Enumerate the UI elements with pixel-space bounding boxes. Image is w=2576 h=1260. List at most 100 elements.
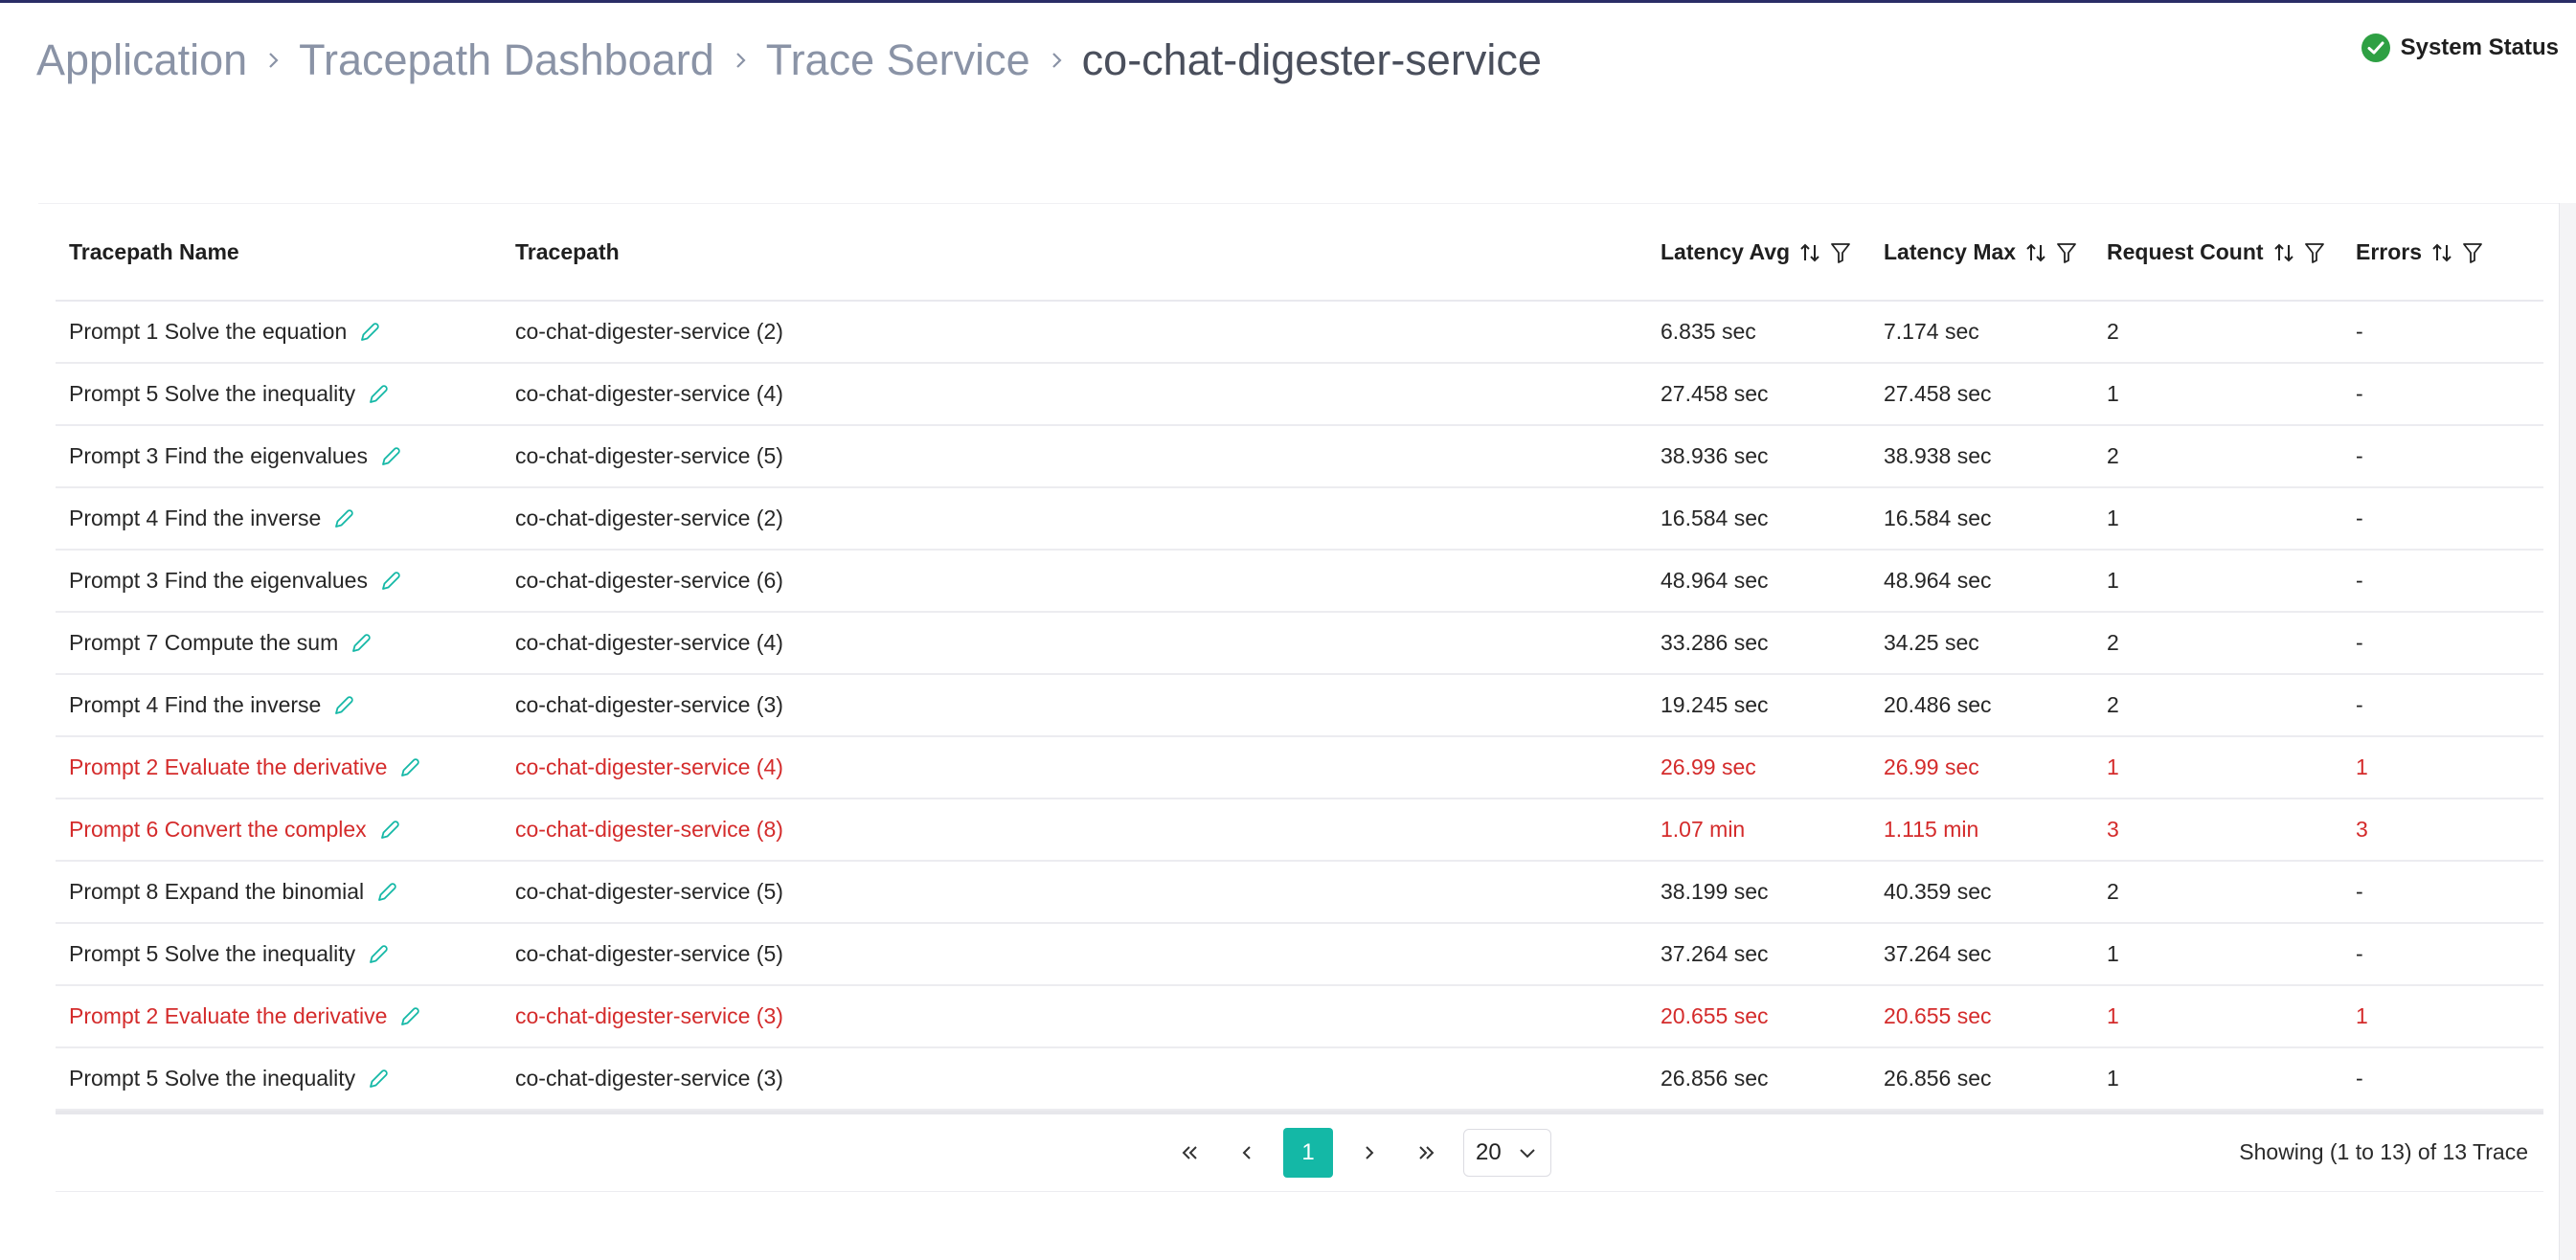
cell-tracepath: co-chat-digester-service (3): [515, 692, 783, 717]
page-1-button[interactable]: 1: [1283, 1128, 1333, 1178]
pagination-summary: Showing (1 to 13) of 13 Trace: [2239, 1139, 2528, 1164]
table-row[interactable]: Prompt 6 Convert the complex co-chat-dige…: [56, 799, 2543, 861]
cell-request-count: 1: [2107, 1066, 2119, 1091]
tracepath-name-label: Prompt 6 Convert the complex: [69, 817, 367, 842]
table-header-row: Tracepath Name Tracepath Latency Avg Lat…: [56, 205, 2543, 302]
vertical-scrollbar[interactable]: [2559, 203, 2576, 1260]
edit-icon[interactable]: [375, 881, 398, 904]
cell-tracepath: co-chat-digester-service (5): [515, 879, 783, 904]
column-header-request-count: Request Count: [2093, 205, 2342, 302]
column-header-latency-avg: Latency Avg: [1647, 205, 1870, 302]
cell-errors: -: [2356, 506, 2363, 530]
table-row[interactable]: Prompt 2 Evaluate the derivative co-chat-…: [56, 736, 2543, 799]
breadcrumb: Application Tracepath Dashboard Trace Se…: [36, 29, 1542, 92]
cell-name: Prompt 3 Find the eigenvalues: [56, 425, 502, 487]
cell-request-count: 1: [2107, 941, 2119, 966]
cell-errors: -: [2356, 941, 2363, 966]
table-row[interactable]: Prompt 3 Find the eigenvalues co-chat-dig…: [56, 550, 2543, 612]
check-circle-icon: [2361, 34, 2390, 62]
cell-errors: -: [2356, 319, 2363, 344]
table-row[interactable]: Prompt 5 Solve the inequality co-chat-dig…: [56, 1047, 2543, 1110]
table-row[interactable]: Prompt 2 Evaluate the derivative co-chat-…: [56, 985, 2543, 1047]
edit-icon[interactable]: [332, 507, 355, 530]
cell-errors: -: [2356, 381, 2363, 406]
table-row[interactable]: Prompt 3 Find the eigenvalues co-chat-dig…: [56, 425, 2543, 487]
tracepath-name-label: Prompt 5 Solve the inequality: [69, 1066, 356, 1091]
last-page-button[interactable]: [1406, 1128, 1448, 1178]
edit-icon[interactable]: [398, 756, 421, 779]
first-page-button[interactable]: [1168, 1128, 1210, 1178]
edit-icon[interactable]: [367, 383, 390, 406]
edit-icon[interactable]: [350, 632, 373, 655]
cell-name: Prompt 3 Find the eigenvalues: [56, 550, 502, 612]
cell-latency-max: 7.174 sec: [1884, 319, 1979, 344]
cell-latency-max: 48.964 sec: [1884, 568, 1992, 593]
next-page-button[interactable]: [1348, 1128, 1390, 1178]
tracepath-name-label: Prompt 3 Find the eigenvalues: [69, 568, 368, 593]
edit-icon[interactable]: [332, 694, 355, 717]
filter-icon[interactable]: [1830, 241, 1851, 264]
cell-tracepath: co-chat-digester-service (5): [515, 443, 783, 468]
edit-icon[interactable]: [367, 943, 390, 966]
breadcrumb-tracepath-dashboard[interactable]: Tracepath Dashboard: [299, 35, 714, 85]
cell-request-count: 2: [2107, 692, 2119, 717]
table-row[interactable]: Prompt 7 Compute the sum co-chat-digester…: [56, 612, 2543, 674]
edit-icon[interactable]: [358, 321, 381, 344]
system-status[interactable]: System Status: [2361, 33, 2559, 63]
cell-request-count: 2: [2107, 879, 2119, 904]
cell-request-count: 1: [2107, 381, 2119, 406]
cell-tracepath: co-chat-digester-service (4): [515, 754, 783, 779]
tracepath-name-label: Prompt 8 Expand the binomial: [69, 879, 365, 904]
cell-errors: -: [2356, 879, 2363, 904]
cell-name: Prompt 5 Solve the inequality: [56, 923, 502, 985]
edit-icon[interactable]: [379, 570, 402, 593]
filter-icon[interactable]: [2056, 241, 2077, 264]
column-header-tracepath: Tracepath: [502, 205, 1647, 302]
table-row[interactable]: Prompt 5 Solve the inequality co-chat-dig…: [56, 923, 2543, 985]
cell-name: Prompt 1 Solve the equation: [56, 301, 502, 363]
page-size-select[interactable]: 20: [1463, 1129, 1551, 1177]
cell-request-count: 2: [2107, 319, 2119, 344]
chevron-down-icon: [1520, 1149, 1535, 1159]
edit-icon[interactable]: [378, 819, 401, 842]
edit-icon[interactable]: [367, 1068, 390, 1091]
sort-icon[interactable]: [1799, 241, 1820, 264]
cell-latency-avg: 19.245 sec: [1661, 692, 1769, 717]
page-size-value: 20: [1476, 1139, 1502, 1165]
table-row[interactable]: Prompt 4 Find the inverse co-chat-digeste…: [56, 674, 2543, 736]
cell-name: Prompt 8 Expand the binomial: [56, 861, 502, 923]
cell-latency-avg: 48.964 sec: [1661, 568, 1769, 593]
cell-request-count: 2: [2107, 443, 2119, 468]
sort-icon[interactable]: [2431, 241, 2452, 264]
breadcrumb-application[interactable]: Application: [36, 35, 247, 85]
sort-icon[interactable]: [2273, 241, 2294, 264]
cell-latency-avg: 1.07 min: [1661, 817, 1746, 842]
cell-tracepath: co-chat-digester-service (2): [515, 319, 783, 344]
cell-errors: -: [2356, 443, 2363, 468]
cell-tracepath: co-chat-digester-service (5): [515, 941, 783, 966]
table-row[interactable]: Prompt 5 Solve the inequality co-chat-dig…: [56, 363, 2543, 425]
tracepath-name-label: Prompt 5 Solve the inequality: [69, 381, 356, 406]
sort-icon[interactable]: [2025, 241, 2046, 264]
cell-latency-max: 26.99 sec: [1884, 754, 1979, 779]
cell-latency-max: 20.655 sec: [1884, 1003, 1992, 1028]
breadcrumb-trace-service[interactable]: Trace Service: [766, 35, 1030, 85]
cell-name: Prompt 4 Find the inverse: [56, 487, 502, 550]
tracepath-name-label: Prompt 2 Evaluate the derivative: [69, 1003, 388, 1028]
edit-icon[interactable]: [379, 445, 402, 468]
cell-latency-max: 16.584 sec: [1884, 506, 1992, 530]
cell-errors: 3: [2356, 817, 2368, 842]
tracepath-name-label: Prompt 7 Compute the sum: [69, 630, 339, 655]
filter-icon[interactable]: [2304, 241, 2325, 264]
cell-latency-avg: 38.936 sec: [1661, 443, 1769, 468]
table-row[interactable]: Prompt 1 Solve the equation co-chat-diges…: [56, 301, 2543, 363]
filter-icon[interactable]: [2462, 241, 2483, 264]
cell-name: Prompt 2 Evaluate the derivative: [56, 736, 502, 799]
cell-name: Prompt 2 Evaluate the derivative: [56, 985, 502, 1047]
cell-latency-max: 20.486 sec: [1884, 692, 1992, 717]
cell-latency-avg: 20.655 sec: [1661, 1003, 1769, 1028]
table-row[interactable]: Prompt 4 Find the inverse co-chat-digeste…: [56, 487, 2543, 550]
edit-icon[interactable]: [398, 1005, 421, 1028]
prev-page-button[interactable]: [1226, 1128, 1268, 1178]
table-row[interactable]: Prompt 8 Expand the binomial co-chat-dige…: [56, 861, 2543, 923]
